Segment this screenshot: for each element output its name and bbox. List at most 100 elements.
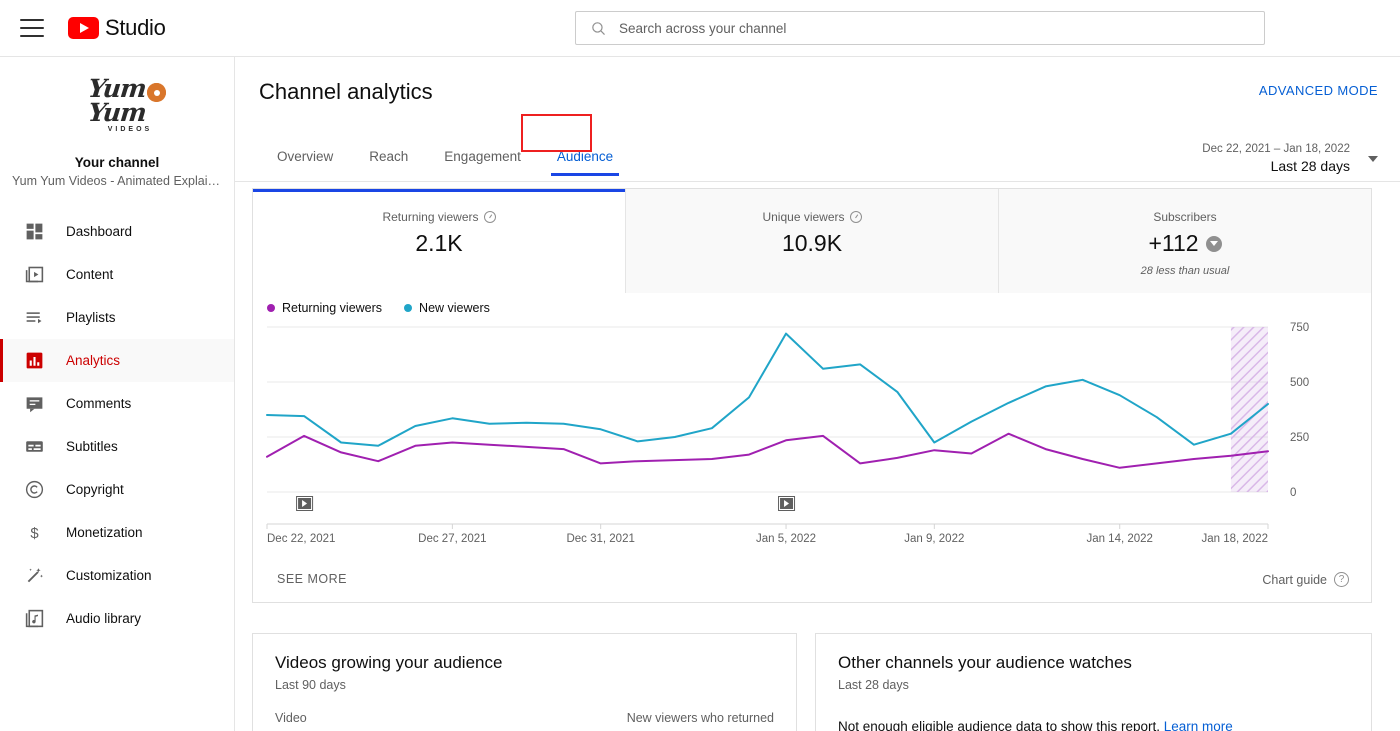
content-video-icon — [22, 263, 46, 287]
tab-audience[interactable]: Audience — [539, 137, 631, 176]
sidebar-item-copyright[interactable]: Copyright — [0, 468, 234, 511]
sidebar-item-label: Analytics — [66, 353, 121, 368]
tab-engagement[interactable]: Engagement — [426, 137, 539, 176]
playlists-icon — [22, 306, 46, 330]
chevron-down-icon[interactable] — [1368, 155, 1378, 162]
svg-text:$: $ — [30, 526, 39, 542]
metric-cards: Returning viewers 2.1K Unique viewers 10.9K… — [253, 189, 1371, 293]
card-title: Videos growing your audience — [275, 653, 503, 672]
x-axis-tick-label: Jan 14, 2022 — [1086, 533, 1153, 545]
advanced-mode-link[interactable]: ADVANCED MODE — [1259, 83, 1378, 98]
y-axis-tick-label: 500 — [1290, 377, 1309, 389]
dashboard-icon — [22, 220, 46, 244]
col-header-video: Video — [275, 711, 307, 725]
help-circle-icon[interactable]: ? — [1334, 572, 1349, 587]
metric-card-unique-viewers[interactable]: Unique viewers 10.9K — [625, 189, 998, 293]
see-more-button[interactable]: SEE MORE — [277, 572, 347, 586]
magic-wand-icon — [27, 568, 43, 583]
comments-icon — [26, 397, 42, 413]
chart-guide-label: Chart guide — [1262, 572, 1327, 587]
channel-title: Your channel — [74, 155, 160, 170]
channel-description: Yum Yum Videos - Animated Explain… — [12, 174, 227, 188]
x-axis-tick-label: Jan 5, 2022 — [756, 533, 816, 545]
legend-item-new-viewers[interactable]: New viewers — [404, 301, 490, 315]
hamburger-menu-icon[interactable] — [20, 19, 44, 37]
metric-card-returning-viewers[interactable]: Returning viewers 2.1K — [253, 189, 625, 293]
playlists-icon — [26, 312, 41, 324]
metric-note: 28 less than usual — [1140, 265, 1230, 277]
info-icon[interactable] — [483, 211, 496, 223]
sidebar-item-label: Customization — [66, 568, 152, 583]
audience-chart-card: Returning viewers 2.1K Unique viewers 10.9K… — [252, 188, 1372, 603]
page-title: Channel analytics — [259, 79, 433, 104]
metric-value-text: 10.9K — [781, 230, 843, 256]
sidebar-item-comments[interactable]: Comments — [0, 382, 234, 425]
sidebar-item-analytics[interactable]: Analytics — [0, 339, 234, 382]
x-axis-tick-label: Jan 18, 2022 — [1201, 533, 1268, 545]
channel-logo: Yum Yum VIDEOS — [64, 74, 170, 143]
series-line-returning-viewers — [266, 432, 1269, 469]
sidebar-item-dashboard[interactable]: Dashboard — [0, 210, 234, 253]
search-icon — [592, 21, 605, 35]
sidebar-item-customization[interactable]: Customization — [0, 554, 234, 597]
y-axis-tick-label: 250 — [1290, 432, 1309, 444]
search-bar[interactable] — [575, 11, 1265, 45]
brand-text: Studio — [105, 15, 166, 40]
analytics-tabs: Overview Reach Engagement Audience — [259, 137, 631, 176]
youtube-play-icon — [68, 17, 99, 39]
sidebar-item-playlists[interactable]: Playlists — [0, 296, 234, 339]
metric-label: Returning viewers — [382, 210, 496, 224]
studio-brand-logo[interactable]: Studio — [68, 15, 166, 41]
metric-label: Subscribers — [1153, 210, 1216, 224]
content-video-icon — [25, 266, 43, 283]
metric-label-text: Returning viewers — [382, 210, 479, 224]
learn-more-link[interactable]: Learn more — [1164, 719, 1233, 731]
chart-guide-button[interactable]: Chart guide ? — [1262, 572, 1349, 587]
dollar-icon: $ — [22, 521, 46, 545]
sidebar: Yum Yum VIDEOS Your channel Yum Yum Vide… — [0, 57, 235, 731]
card-subtitle: Last 90 days — [275, 678, 346, 692]
card-subtitle: Last 28 days — [838, 678, 909, 692]
channel-block[interactable]: Yum Yum VIDEOS Your channel Yum Yum Vide… — [0, 57, 234, 188]
date-range-selector[interactable]: Dec 22, 2021 – Jan 18, 2022 Last 28 days — [1202, 141, 1378, 176]
chart-legend: Returning viewers New viewers — [267, 301, 490, 315]
videos-growing-audience-card: Videos growing your audience Last 90 day… — [252, 633, 797, 731]
card-title: Other channels your audience watches — [838, 653, 1132, 672]
metric-value: 2.1K — [415, 230, 462, 257]
sidebar-item-label: Monetization — [66, 525, 143, 540]
video-upload-marker[interactable] — [296, 496, 314, 511]
info-icon[interactable] — [849, 211, 862, 223]
tab-overview[interactable]: Overview — [259, 137, 351, 176]
legend-item-returning-viewers[interactable]: Returning viewers — [267, 301, 382, 315]
subtitles-icon — [25, 441, 43, 452]
sidebar-item-subtitles[interactable]: Subtitles — [0, 425, 234, 468]
metric-card-subscribers[interactable]: Subscribers +112 28 less than usual — [998, 189, 1371, 293]
metric-label: Unique viewers — [762, 210, 862, 224]
chart-svg: 0 250 500 750 Dec 22, 2021 Dec 27, 2021 Dec 31… — [266, 322, 1309, 545]
logo-dot-icon — [147, 83, 166, 102]
sidebar-item-content[interactable]: Content — [0, 253, 234, 296]
date-range-label: Last 28 days — [1270, 158, 1350, 174]
metric-label-text: Subscribers — [1153, 210, 1217, 224]
search-input[interactable] — [619, 12, 1264, 44]
magic-wand-icon — [22, 564, 46, 588]
dashboard-icon — [26, 223, 42, 240]
copyright-icon — [25, 480, 43, 499]
metric-value: 10.9K — [782, 230, 842, 257]
sidebar-item-audio-library[interactable]: Audio library — [0, 597, 234, 640]
y-axis-tick-label: 750 — [1290, 322, 1309, 334]
metric-value-text: +112 — [1148, 230, 1199, 256]
sidebar-item-monetization[interactable]: $ Monetization — [0, 511, 234, 554]
dollar-icon: $ — [30, 526, 39, 542]
metric-value-text: 2.1K — [415, 230, 463, 256]
tab-reach[interactable]: Reach — [351, 137, 426, 176]
logo-line-2: Yum — [86, 98, 148, 127]
date-range-text: Dec 22, 2021 – Jan 18, 2022 — [1202, 143, 1350, 155]
x-axis-tick-label: Dec 22, 2021 — [267, 533, 335, 545]
video-upload-marker[interactable] — [778, 496, 796, 511]
trend-down-icon — [1205, 235, 1222, 252]
x-axis-tick-label: Jan 9, 2022 — [904, 533, 964, 545]
comments-icon — [22, 392, 46, 416]
x-axis-tick-label: Dec 31, 2021 — [566, 533, 634, 545]
copyright-icon — [22, 478, 46, 502]
